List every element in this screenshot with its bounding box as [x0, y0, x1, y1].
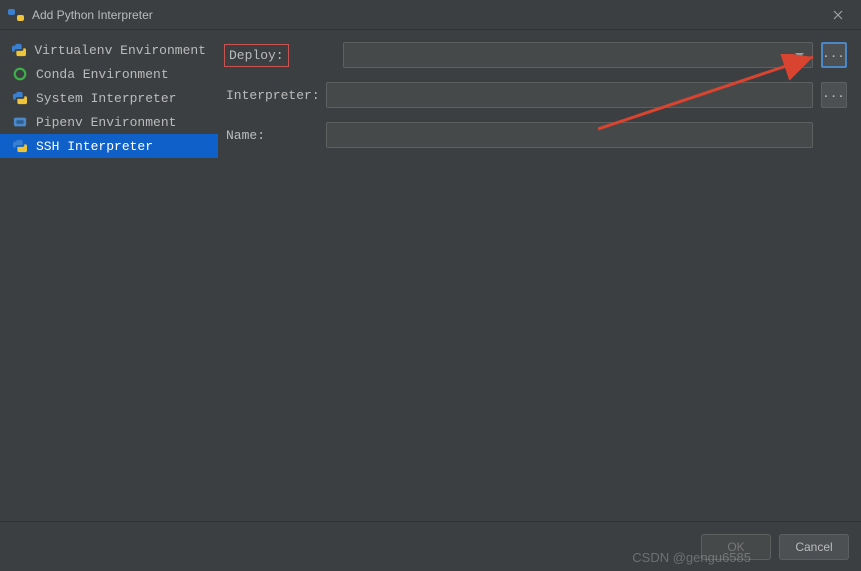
python-icon — [12, 42, 26, 58]
sidebar-item-label: Virtualenv Environment — [34, 43, 206, 58]
titlebar: Add Python Interpreter — [0, 0, 861, 30]
sidebar: Virtualenv Environment Conda Environment… — [0, 30, 218, 521]
python-icon — [12, 90, 28, 106]
sidebar-item-label: SSH Interpreter — [36, 139, 153, 154]
name-input[interactable] — [326, 122, 813, 148]
sidebar-item-conda[interactable]: Conda Environment — [0, 62, 218, 86]
conda-icon — [12, 66, 28, 82]
window-title: Add Python Interpreter — [32, 8, 823, 22]
sidebar-item-virtualenv[interactable]: Virtualenv Environment — [0, 38, 218, 62]
app-icon — [8, 7, 24, 23]
sidebar-item-label: System Interpreter — [36, 91, 176, 106]
close-icon[interactable] — [823, 0, 853, 30]
pipenv-icon — [12, 114, 28, 130]
ok-button[interactable]: OK — [701, 534, 771, 560]
sidebar-item-ssh[interactable]: SSH Interpreter — [0, 134, 218, 158]
sidebar-item-label: Pipenv Environment — [36, 115, 176, 130]
name-label: Name: — [224, 128, 316, 143]
deploy-browse-button[interactable]: ... — [821, 42, 847, 68]
python-icon — [12, 138, 28, 154]
sidebar-item-label: Conda Environment — [36, 67, 169, 82]
cancel-button[interactable]: Cancel — [779, 534, 849, 560]
form-area: Deploy: ... Interpreter: ... Na — [218, 30, 861, 521]
interpreter-input[interactable] — [326, 82, 813, 108]
chevron-down-icon — [795, 48, 804, 63]
interpreter-label: Interpreter: — [224, 88, 316, 103]
interpreter-browse-button[interactable]: ... — [821, 82, 847, 108]
sidebar-item-system[interactable]: System Interpreter — [0, 86, 218, 110]
sidebar-item-pipenv[interactable]: Pipenv Environment — [0, 110, 218, 134]
main-area: Virtualenv Environment Conda Environment… — [0, 30, 861, 521]
footer: OK Cancel — [0, 521, 861, 571]
deploy-dropdown[interactable] — [343, 42, 813, 68]
deploy-label: Deploy: — [224, 44, 289, 67]
